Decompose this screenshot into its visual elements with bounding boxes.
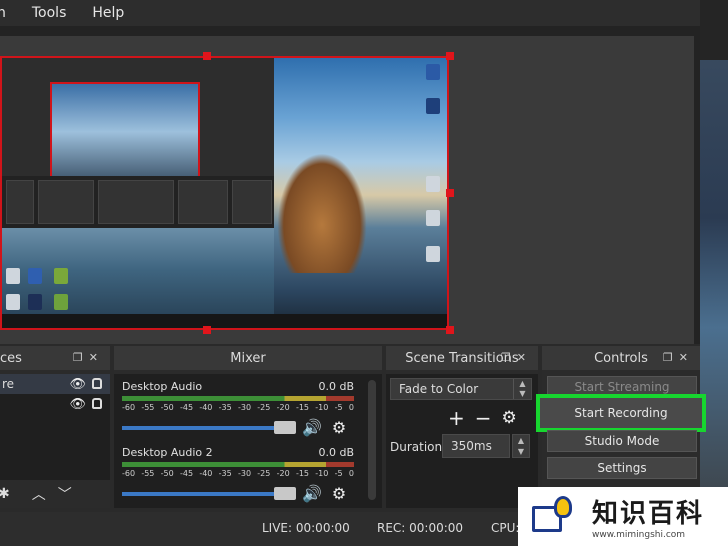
transition-selected: Fade to Color — [399, 382, 479, 396]
gear-icon[interactable]: ⚙ — [332, 418, 346, 437]
cpu-usage: CPU: — [491, 521, 520, 535]
channel-name: Desktop Audio — [122, 380, 203, 393]
desktop-icon — [54, 294, 68, 310]
studio-mode-button[interactable]: Studio Mode — [547, 430, 697, 452]
mixer-body: Desktop Audio 0.0 dB -60 -55 -50 -45 -40 -35 -3… — [114, 374, 382, 508]
source-item[interactable]: 👁 — [0, 394, 110, 414]
transitions-body: Fade to Color ▲ ▼ + − ⚙ Duration 350ms ▲ ▼ — [386, 374, 538, 508]
volume-slider[interactable] — [122, 420, 296, 434]
word-icon — [426, 64, 440, 80]
preview-area — [0, 26, 700, 344]
sources-dock: ces ❐✕ re 👁 👁 ✱ ︿ ﹀ — [0, 346, 110, 508]
eye-icon[interactable]: 👁 — [69, 377, 86, 392]
watermark: 知识百科 www.mimingshi.com — [518, 487, 728, 546]
channel-level: 0.0 dB — [318, 380, 354, 393]
volume-slider[interactable] — [122, 486, 296, 500]
source-item[interactable]: re 👁 — [0, 374, 110, 394]
menu-tools[interactable]: Tools — [32, 5, 67, 21]
preview-canvas-bg — [0, 36, 694, 344]
lightbulb-icon — [554, 495, 572, 518]
resize-handle[interactable] — [203, 326, 211, 334]
dock-title: Controls ❐✕ — [542, 346, 700, 370]
duration-label: Duration — [390, 440, 443, 454]
wallpaper-rock — [277, 153, 367, 273]
desktop-icon — [426, 210, 440, 226]
photoshop-icon — [426, 98, 440, 114]
watermark-logo — [526, 492, 586, 542]
display-capture-source[interactable] — [0, 56, 449, 330]
mixer-channel: Desktop Audio 2 0.0 dB -60 -55 -50 -45 -40 -35… — [122, 446, 354, 503]
duration-spinner[interactable]: ▲ ▼ — [512, 434, 530, 458]
remove-icon[interactable]: − — [475, 406, 492, 430]
steam-icon — [28, 294, 42, 310]
gear-icon[interactable]: ⚙ — [332, 484, 346, 503]
eye-icon[interactable]: 👁 — [69, 397, 86, 412]
transition-select[interactable]: Fade to Color ▲ ▼ — [390, 378, 532, 400]
mixer-dock: Mixer Desktop Audio 0.0 dB -60 -55 -50 -45 -4… — [114, 346, 382, 508]
volume-meter — [122, 396, 354, 401]
resize-handle[interactable] — [446, 189, 454, 197]
meter-scale: -60 -55 -50 -45 -40 -35 -30 -25 -20 -15 -10 -5 0 — [122, 403, 354, 412]
source-label: re — [2, 377, 15, 391]
mixer-title: Mixer — [230, 350, 266, 366]
duration-value: 350ms — [451, 439, 492, 453]
watermark-title: 知识百科 — [592, 499, 705, 529]
duration-input[interactable]: 350ms — [442, 434, 510, 458]
captured-taskbar — [2, 314, 447, 328]
meter-scale: -60 -55 -50 -45 -40 -35 -30 -25 -20 -15 -10 -5 0 — [122, 469, 354, 478]
obs-window: n Tools Help ces ❐✕ re 👁 👁 ✱ ︿ ﹀ Mixer D… — [0, 0, 728, 546]
dock-float-close-icon[interactable]: ❐✕ — [501, 351, 532, 364]
channel-name: Desktop Audio 2 — [122, 446, 213, 459]
slider-knob[interactable] — [274, 486, 296, 500]
gear-icon[interactable]: ⚙ — [502, 408, 517, 428]
menu-view[interactable]: n — [0, 5, 6, 21]
desktop-icon — [6, 294, 20, 310]
speaker-icon[interactable]: 🔊 — [302, 484, 322, 503]
mixer-scrollbar[interactable] — [368, 380, 376, 500]
lock-icon[interactable] — [92, 398, 102, 409]
dock-title: Mixer — [114, 346, 382, 370]
desktop-background-strip — [700, 0, 728, 546]
dock-title: ces ❐✕ — [0, 346, 110, 370]
chevron-icon: ▲ ▼ — [513, 379, 531, 399]
controls-title: Controls — [594, 350, 648, 366]
desktop-icon — [54, 268, 68, 284]
gear-icon[interactable]: ✱ — [0, 486, 10, 502]
desktop-icon — [6, 268, 20, 284]
resize-handle[interactable] — [446, 52, 454, 60]
sources-toolbar: ✱ ︿ ﹀ — [0, 480, 110, 508]
move-down-icon[interactable]: ﹀ — [58, 484, 72, 504]
volume-meter — [122, 462, 354, 467]
mixer-channel: Desktop Audio 0.0 dB -60 -55 -50 -45 -40 -35 -3… — [122, 380, 354, 437]
rec-timer: REC: 00:00:00 — [377, 521, 464, 535]
start-recording-button[interactable]: Start Recording — [536, 394, 706, 432]
channel-level: 0.0 dB — [318, 446, 354, 459]
photoshop-icon — [28, 268, 42, 284]
resize-handle[interactable] — [446, 326, 454, 334]
dock-float-close-icon[interactable]: ❐✕ — [73, 351, 104, 364]
captured-obs-window — [2, 58, 277, 328]
sources-list: re 👁 👁 ✱ ︿ ﹀ — [0, 374, 110, 508]
resize-handle[interactable] — [203, 52, 211, 60]
nested-docks — [2, 176, 277, 228]
menu-help[interactable]: Help — [92, 5, 124, 21]
sources-title: ces — [0, 350, 22, 366]
live-timer: LIVE: 00:00:00 — [262, 521, 350, 535]
speaker-icon[interactable]: 🔊 — [302, 418, 322, 437]
transitions-dock: Scene Transitions ❐✕ Fade to Color ▲ ▼ + … — [386, 346, 538, 508]
desktop-icon — [426, 176, 440, 192]
add-icon[interactable]: + — [448, 406, 465, 430]
menu-bar: n Tools Help — [0, 0, 700, 26]
watermark-url: www.mimingshi.com — [592, 530, 686, 540]
dock-title: Scene Transitions ❐✕ — [386, 346, 538, 370]
transition-toolbar: + − ⚙ — [448, 406, 517, 430]
move-up-icon[interactable]: ︿ — [32, 484, 46, 504]
lock-icon[interactable] — [92, 378, 102, 389]
dock-float-close-icon[interactable]: ❐✕ — [663, 351, 694, 364]
slider-knob[interactable] — [274, 420, 296, 434]
desktop-icon — [426, 246, 440, 262]
controls-dock: Controls ❐✕ Start Streaming Start Record… — [536, 346, 706, 508]
settings-button[interactable]: Settings — [547, 457, 697, 479]
